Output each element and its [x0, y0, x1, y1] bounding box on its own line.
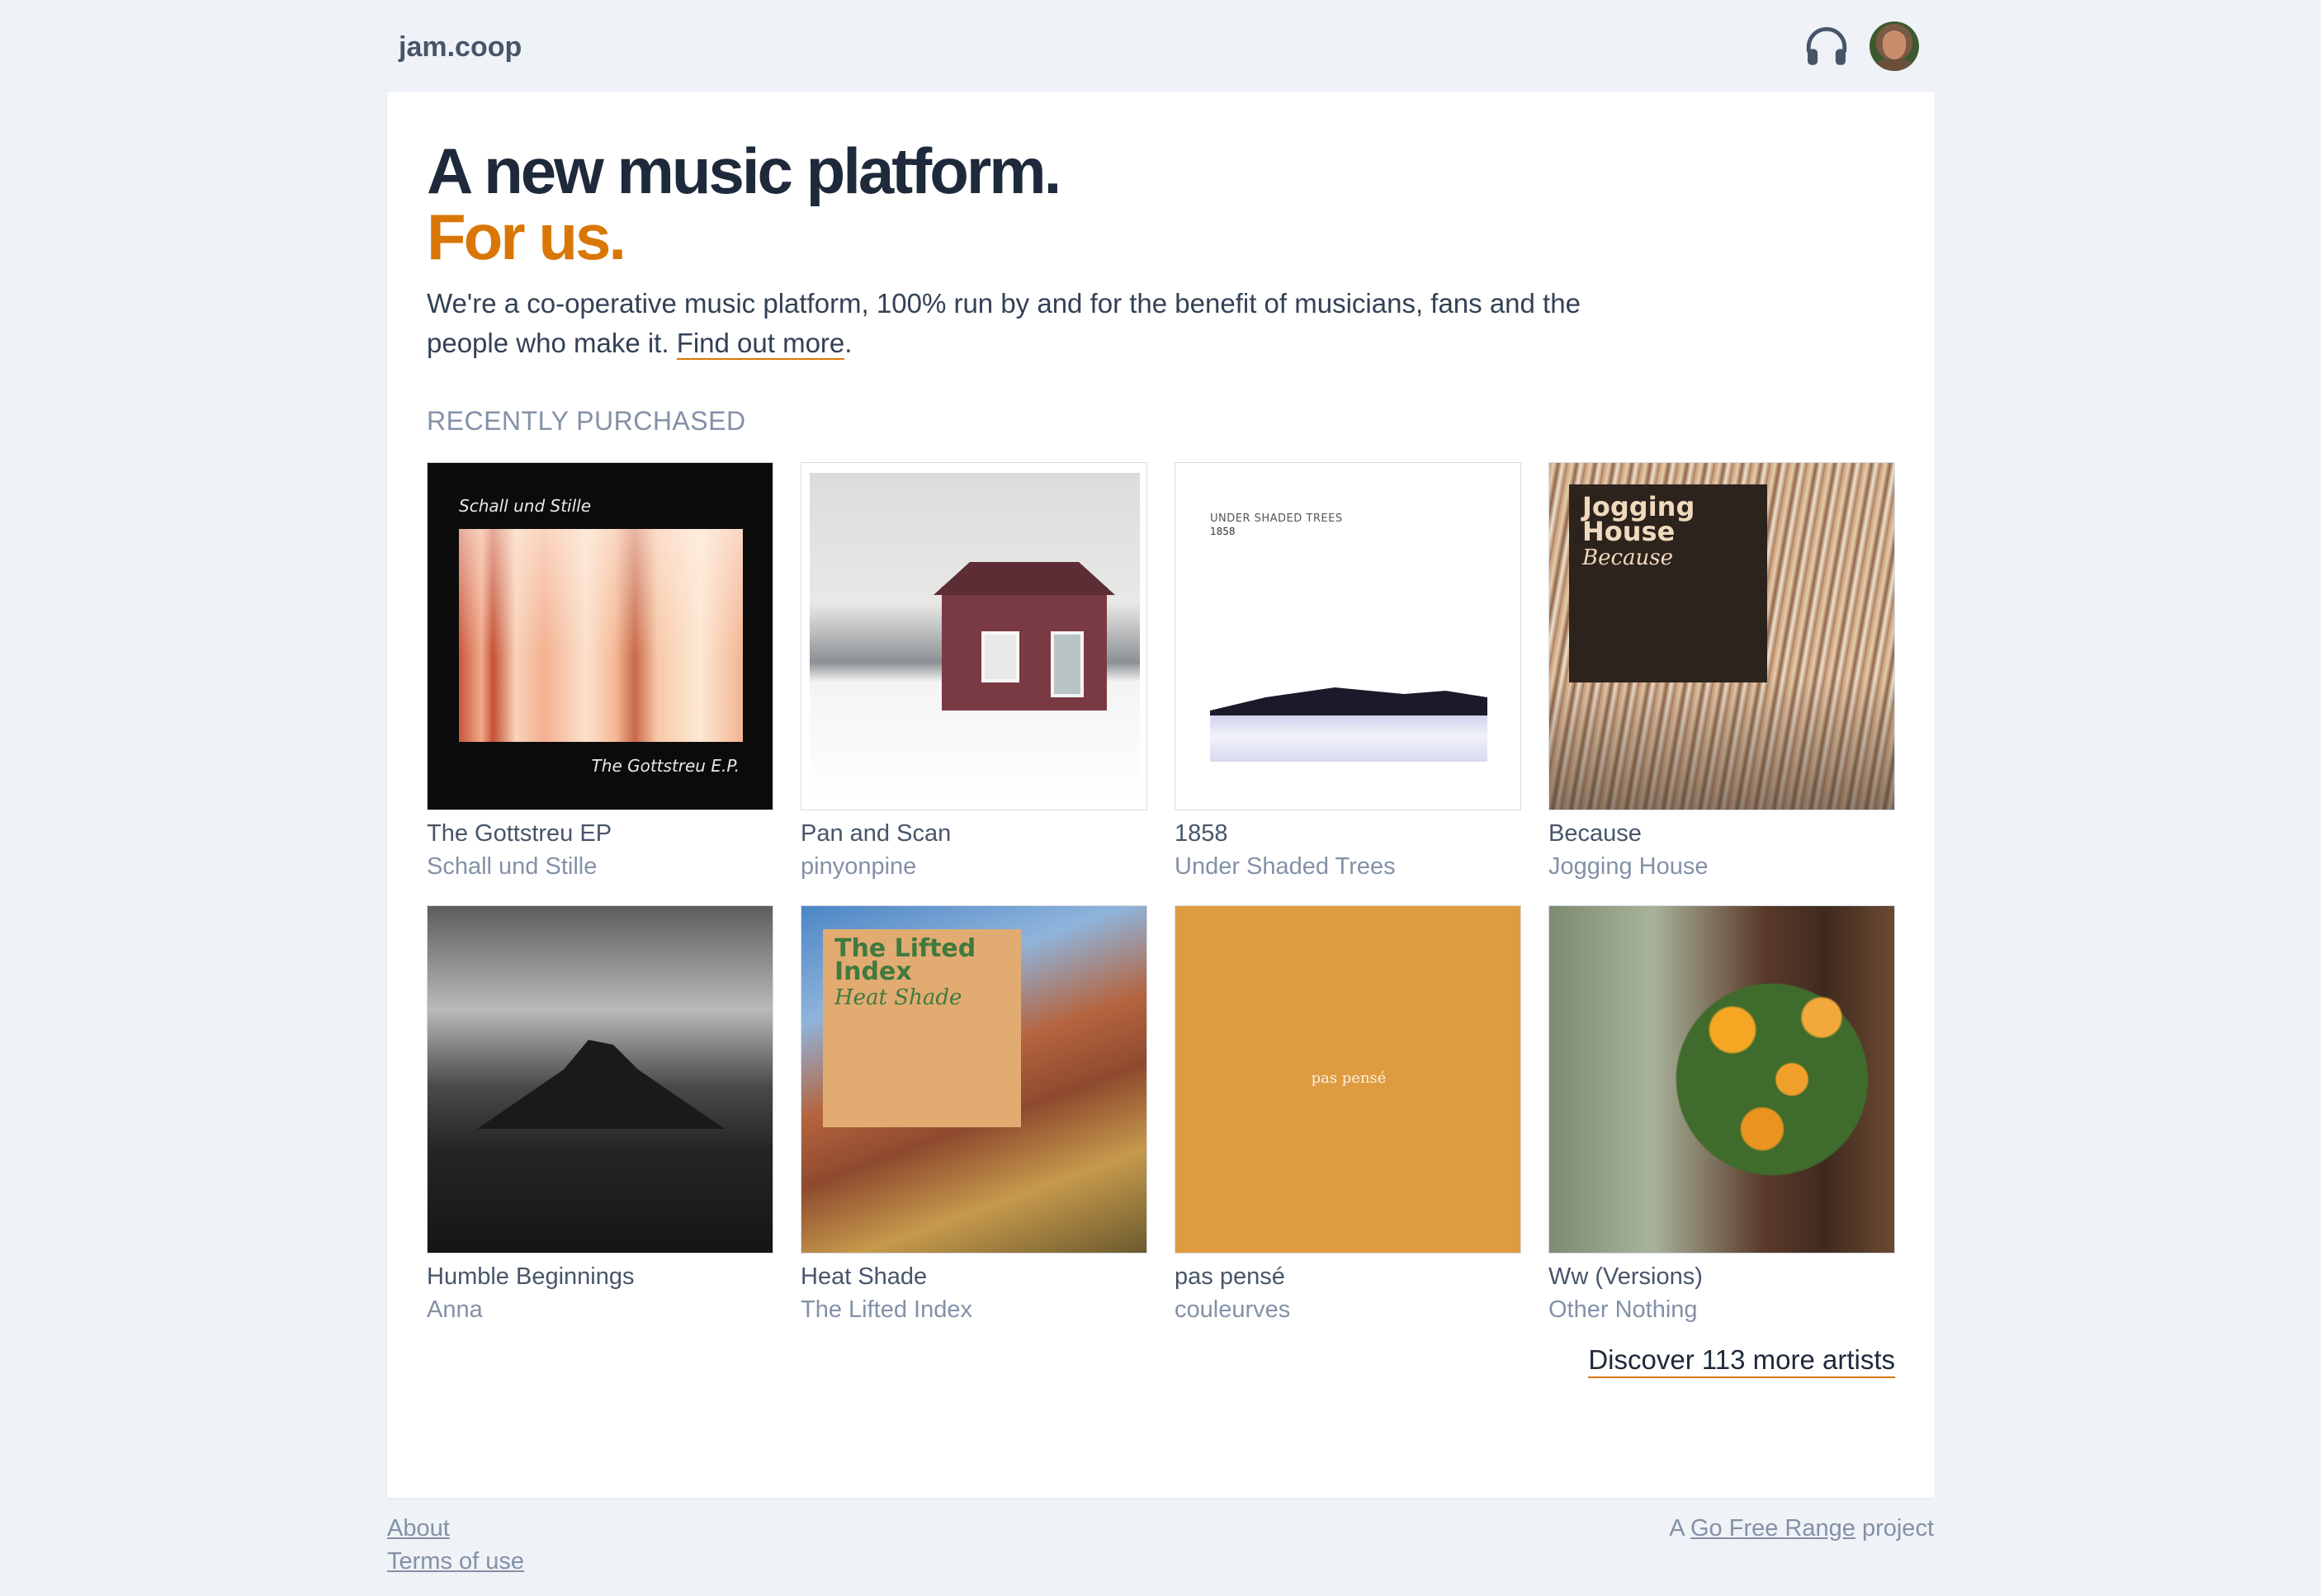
album-title[interactable]: pas pensé — [1175, 1260, 1521, 1293]
album-artist[interactable]: Under Shaded Trees — [1175, 850, 1521, 883]
album-card[interactable]: UNDER SHADED TREES 1858 1858 Under Shade… — [1175, 462, 1521, 883]
user-avatar[interactable] — [1870, 21, 1919, 71]
album-cover[interactable]: UNDER SHADED TREES 1858 — [1175, 462, 1521, 810]
album-cover[interactable]: The Lifted Index Heat Shade — [801, 905, 1147, 1254]
intro-text: We're a co-operative music platform, 100… — [427, 288, 1581, 358]
intro-paragraph: We're a co-operative music platform, 100… — [427, 284, 1665, 363]
album-card[interactable]: Ww (Versions) Other Nothing — [1548, 905, 1895, 1326]
album-card[interactable]: Pan and Scan pinyonpine — [801, 462, 1147, 883]
about-link[interactable]: About — [387, 1512, 524, 1545]
album-artist[interactable]: Anna — [427, 1293, 773, 1326]
album-artist[interactable]: Other Nothing — [1548, 1293, 1895, 1326]
credit-prefix: A — [1669, 1515, 1684, 1542]
album-artist[interactable]: The Lifted Index — [801, 1293, 1147, 1326]
album-cover[interactable] — [427, 905, 773, 1254]
album-cover[interactable] — [801, 462, 1147, 810]
headphones-icon[interactable] — [1803, 23, 1851, 71]
album-cover[interactable]: Schall und Stille The Gottstreu E.P. — [427, 462, 773, 810]
cover-text-top: The Lifted Index — [834, 934, 976, 986]
find-out-more-link[interactable]: Find out more — [676, 328, 845, 360]
cover-text-top: Schall und Stille — [459, 496, 592, 516]
hero-subheading: For us. — [427, 201, 626, 273]
album-title[interactable]: 1858 — [1175, 817, 1521, 850]
top-bar: jam.coop — [387, 0, 1935, 92]
album-cover[interactable]: pas pensé — [1175, 905, 1521, 1254]
album-cover[interactable]: Jogging House Because — [1548, 462, 1895, 810]
recently-purchased-title: RECENTLY PURCHASED — [427, 406, 746, 436]
cover-artwork — [1210, 687, 1487, 717]
main-card: A new music platform. For us. We're a co… — [387, 92, 1935, 1498]
album-card[interactable]: pas pensé pas pensé couleurves — [1175, 905, 1521, 1326]
album-title[interactable]: Because — [1548, 817, 1895, 850]
cover-text-top: UNDER SHADED TREES — [1210, 512, 1343, 525]
album-card[interactable]: Humble Beginnings Anna — [427, 905, 773, 1326]
intro-end: . — [844, 328, 853, 358]
album-card[interactable]: Schall und Stille The Gottstreu E.P. The… — [427, 462, 773, 883]
cover-artwork — [1673, 956, 1871, 1203]
album-card[interactable]: The Lifted Index Heat Shade Heat Shade T… — [801, 905, 1147, 1326]
cover-text-bottom: 1858 — [1210, 526, 1236, 537]
album-artist[interactable]: Schall und Stille — [427, 850, 773, 883]
cover-text-top: pas pensé — [1311, 1070, 1387, 1087]
album-title[interactable]: Pan and Scan — [801, 817, 1147, 850]
album-title[interactable]: Humble Beginnings — [427, 1260, 773, 1293]
album-title[interactable]: Heat Shade — [801, 1260, 1147, 1293]
cover-artwork — [477, 1040, 725, 1129]
brand-logo-link[interactable]: jam.coop — [399, 31, 522, 64]
album-card[interactable]: Jogging House Because Because Jogging Ho… — [1548, 462, 1895, 883]
cover-text-bottom: Because — [1582, 545, 1674, 570]
footer-links: About Terms of use — [387, 1512, 524, 1578]
album-cover[interactable] — [1548, 905, 1895, 1254]
album-artist[interactable]: Jogging House — [1548, 850, 1895, 883]
album-artist[interactable]: couleurves — [1175, 1293, 1521, 1326]
terms-of-use-link[interactable]: Terms of use — [387, 1545, 524, 1578]
discover-more-artists-link[interactable]: Discover 113 more artists — [1588, 1343, 1895, 1378]
album-artist[interactable]: pinyonpine — [801, 850, 1147, 883]
credit-suffix: project — [1861, 1515, 1934, 1542]
cover-text-bottom: The Gottstreu E.P. — [591, 756, 740, 776]
cover-text-top: Jogging House — [1582, 491, 1695, 547]
album-title[interactable]: Ww (Versions) — [1548, 1260, 1895, 1293]
cover-text-bottom: Heat Shade — [834, 985, 962, 1010]
hero-heading: A new music platform. — [427, 135, 1061, 207]
album-title[interactable]: The Gottstreu EP — [427, 817, 773, 850]
go-free-range-link[interactable]: Go Free Range — [1690, 1515, 1855, 1542]
footer-credit: A Go Free Range project — [1669, 1512, 1934, 1545]
